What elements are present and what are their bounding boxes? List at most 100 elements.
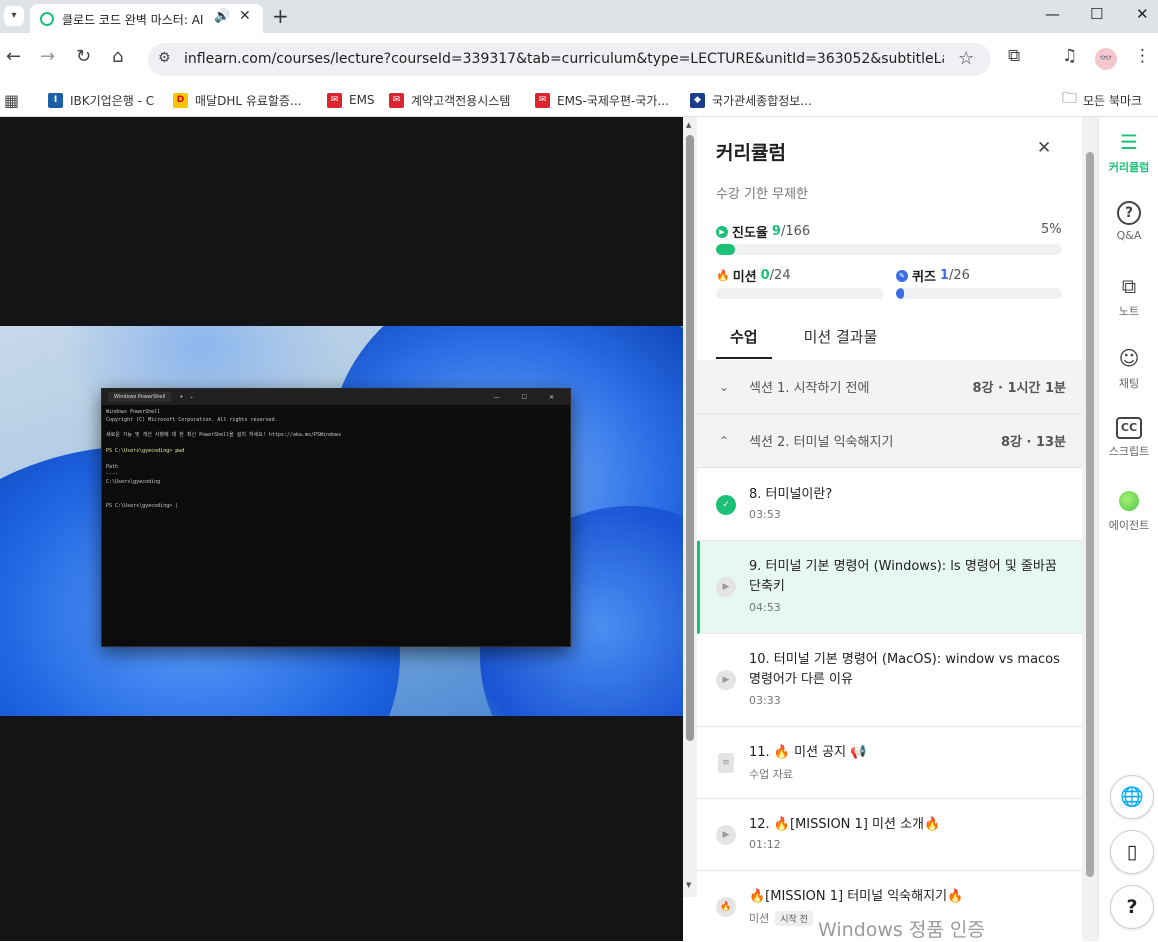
extensions-icon[interactable]: ⧉: [1008, 46, 1020, 66]
lesson-item[interactable]: ▶ 10. 터미널 기본 명령어 (MacOS): window vs maco…: [697, 634, 1082, 727]
terminal-dropdown-icon: ⌄: [189, 394, 194, 400]
rail-item-note[interactable]: ⧉ 노트: [1099, 273, 1158, 319]
agent-icon: [1119, 491, 1139, 511]
section-header[interactable]: ⌃ 섹션 2. 터미널 익숙해지기 8강 · 13분: [697, 414, 1082, 468]
section-header[interactable]: ⌄ 섹션 1. 시작하기 전에 8강 · 1시간 1분: [697, 360, 1082, 414]
mobile-button[interactable]: ▯: [1110, 830, 1154, 874]
ems-favicon-icon: ✉: [327, 92, 342, 108]
page-scrollbar-thumb[interactable]: [686, 135, 694, 741]
bookmark-item[interactable]: I IBK기업은행 - C: [48, 89, 154, 111]
play-icon: ▶: [716, 670, 736, 690]
rail-item-chat[interactable]: ☺ 채팅: [1099, 345, 1158, 391]
bookmark-item[interactable]: ✉ EMS: [327, 89, 375, 111]
browser-tab-active[interactable]: 클로드 코드 완벽 마스터: AI 🔊 ✕: [30, 4, 263, 33]
home-icon[interactable]: ⌂: [112, 46, 123, 67]
chevron-up-icon: ⌃: [719, 433, 730, 448]
bookmark-item[interactable]: ◆ 국가관세종합정보...: [690, 89, 812, 111]
media-control-icon[interactable]: ♫: [1062, 46, 1077, 66]
forward-icon[interactable]: →: [40, 46, 55, 67]
tab-search-button[interactable]: ▾: [4, 6, 24, 26]
help-icon: ?: [1126, 896, 1138, 918]
window-close-button[interactable]: ✕: [1136, 5, 1149, 23]
curriculum-icon: ☰: [1120, 130, 1138, 154]
new-tab-button[interactable]: +: [272, 4, 289, 28]
maximize-button[interactable]: ☐: [1090, 5, 1103, 23]
rail-item-script[interactable]: CC 스크립트: [1099, 417, 1158, 459]
mission-bar: [716, 288, 883, 299]
tab-close-icon[interactable]: ✕: [239, 8, 251, 24]
help-button[interactable]: ?: [1110, 885, 1154, 929]
terminal-output: Windows PowerShell Copyright (C) Microsof…: [102, 405, 570, 514]
panel-tabs: 수업 미션 결과물: [716, 314, 909, 359]
side-rail: ☰ 커리큘럼 ? Q&A ⧉ 노트 ☺ 채팅 CC 스크립트 에이전트 🌐 ▯ …: [1098, 117, 1158, 941]
browser-tab-strip: ▾ 클로드 코드 완벽 마스터: AI 🔊 ✕ + — ☐ ✕: [0, 0, 1158, 33]
rail-item-agent[interactable]: 에이전트: [1099, 491, 1158, 533]
lesson-item[interactable]: ▶ 12. 🔥[MISSION 1] 미션 소개🔥 01:12: [697, 799, 1082, 871]
address-bar[interactable]: ⚙ inflearn.com/courses/lecture?courseId=…: [148, 43, 991, 76]
mission-label: 🔥 미션 0/24: [716, 268, 791, 285]
terminal-line: 새로운 기능 및 개선 사항에 대 한 최신 PowerShell을 설치 하세…: [106, 432, 342, 439]
terminal-line: Path: [106, 463, 119, 470]
close-icon[interactable]: ✕: [1037, 138, 1051, 158]
quiz-icon: ✎: [896, 269, 908, 282]
language-button[interactable]: 🌐: [1110, 775, 1154, 819]
dhl-favicon-icon: D: [173, 92, 188, 108]
progress-label: ▶ 진도율 9/166: [716, 222, 810, 241]
scroll-down-icon[interactable]: ▼: [686, 881, 691, 889]
ems-favicon-icon: ✉: [389, 92, 404, 108]
document-icon: ≡: [718, 753, 734, 773]
fire-icon: 🔥: [716, 897, 736, 917]
bookmark-star-icon[interactable]: ☆: [958, 48, 974, 69]
progress-bar: [716, 244, 1062, 255]
bookmark-item[interactable]: ✉ 계약고객전용시스템: [389, 89, 510, 111]
quiz-label: ✎ 퀴즈 1/26: [896, 266, 970, 285]
page-scrollbar[interactable]: ▲ ▼: [683, 117, 697, 897]
back-icon[interactable]: ←: [6, 46, 21, 67]
apps-icon[interactable]: ▦: [4, 89, 19, 111]
profile-avatar[interactable]: 👓: [1095, 48, 1117, 70]
browser-menu-icon[interactable]: ⋮: [1134, 46, 1151, 66]
quiz-bar: [896, 288, 1062, 299]
browser-toolbar: ← → ↻ ⌂ ⚙ inflearn.com/courses/lecture?c…: [0, 33, 1158, 85]
bookmark-item[interactable]: ✉ EMS-국제우편-국가...: [535, 89, 669, 111]
url-text[interactable]: inflearn.com/courses/lecture?courseId=33…: [184, 51, 944, 67]
site-settings-icon[interactable]: ⚙: [158, 50, 171, 66]
script-icon: CC: [1116, 417, 1142, 439]
reload-icon[interactable]: ↻: [76, 46, 91, 67]
scroll-up-icon[interactable]: ▲: [686, 121, 691, 129]
terminal-titlebar: Windows PowerShell + ⌄ — ☐ ✕: [102, 389, 570, 405]
play-icon: ▶: [716, 577, 736, 597]
mobile-icon: ▯: [1126, 841, 1138, 863]
chat-icon: ☺: [1118, 346, 1140, 370]
video-player[interactable]: Windows PowerShell + ⌄ — ☐ ✕ Windows Pow…: [0, 117, 683, 941]
terminal-line: C:\Users\gyecoding: [106, 479, 161, 486]
panel-scrollbar-thumb[interactable]: [1086, 152, 1094, 877]
all-bookmarks-button[interactable]: 🗀 모든 북마크: [1062, 89, 1142, 111]
lesson-item[interactable]: ✓ 8. 터미널이란? 03:53: [697, 468, 1082, 541]
qna-icon: ?: [1117, 201, 1141, 225]
tab-audio-icon[interactable]: 🔊: [214, 9, 230, 24]
inflearn-favicon-icon: [40, 12, 54, 26]
globe-icon: 🌐: [1120, 786, 1144, 808]
panel-scrollbar[interactable]: [1082, 117, 1098, 941]
play-icon: ▶: [716, 225, 728, 238]
curriculum-panel: 커리큘럼 ✕ 수강 기한 무제한 ▶ 진도율 9/166 5% 🔥 미션 0/2…: [697, 117, 1098, 941]
windows-activation-watermark: Windows 정품 인증: [818, 919, 985, 941]
tab-mission-results[interactable]: 미션 결과물: [790, 314, 892, 359]
lesson-item[interactable]: ≡ 11. 🔥 미션 공지 📢 수업 자료: [697, 727, 1082, 799]
terminal-line: Copyright (C) Microsoft Corporation. All…: [106, 416, 278, 423]
tab-title: 클로드 코드 완벽 마스터: AI: [62, 13, 204, 27]
terminal-line: ----: [106, 471, 119, 478]
fire-icon: 🔥: [716, 269, 730, 282]
rail-item-curriculum[interactable]: ☰ 커리큘럼: [1099, 129, 1158, 175]
rail-item-qna[interactable]: ? Q&A: [1099, 201, 1158, 242]
bookmark-item[interactable]: D 매달DHL 유료할증...: [173, 89, 301, 111]
customs-favicon-icon: ◆: [690, 92, 705, 108]
tab-lessons[interactable]: 수업: [716, 314, 772, 359]
lesson-item[interactable]: ▶ 9. 터미널 기본 명령어 (Windows): ls 명령어 및 줄바꿈 …: [697, 541, 1082, 634]
minimize-button[interactable]: —: [1045, 5, 1060, 23]
ibk-favicon-icon: I: [48, 92, 63, 108]
